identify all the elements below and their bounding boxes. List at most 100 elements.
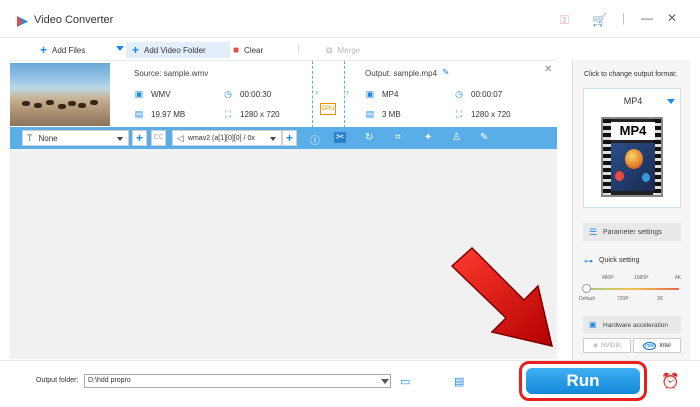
quick-setting-icon: ⊶ (584, 256, 593, 266)
output-resolution: ⛶ 1280 x 720 (455, 109, 511, 119)
nvidia-option[interactable]: ◉ NVIDIA (583, 338, 631, 353)
cc-icon[interactable]: CC (151, 130, 166, 146)
output-filename: Output: sample.mp4 (365, 69, 438, 78)
resolution-icon: ⛶ (224, 109, 232, 119)
parameter-settings-button[interactable]: ☰ Parameter settings (583, 223, 681, 241)
file-list-area[interactable] (10, 149, 557, 359)
tick-1080p: 1080P (634, 275, 649, 281)
title-bar: Video Converter ⚿ 🛒 | — ✕ (0, 0, 700, 38)
open-folder-icon[interactable]: ▭ (400, 375, 410, 388)
chevron-down-icon (270, 137, 276, 141)
mp4-format-icon-text: MP4 (611, 122, 655, 140)
chevron-right-icon: › (315, 87, 318, 97)
quick-setting-label: Quick setting (599, 257, 640, 264)
tick-default: Default (579, 296, 595, 302)
app-title: Video Converter (34, 14, 114, 26)
add-files-dropdown-icon[interactable] (116, 46, 124, 51)
output-folder-label: Output folder: (36, 377, 79, 384)
alarm-clock-icon[interactable]: ⏰ (661, 372, 680, 390)
output-folder-field[interactable]: D:\hdd propro (84, 374, 391, 388)
clear-label: Clear (244, 45, 264, 55)
add-audio-button[interactable]: + (282, 130, 297, 146)
resolution-icon: ⛶ (455, 109, 463, 119)
divider: | (297, 43, 300, 55)
clear-button[interactable]: ■ Clear (233, 42, 263, 58)
toolbar: + Add Files + Add Video Folder ■ Clear |… (0, 38, 572, 60)
sliders-icon: ☰ (589, 227, 598, 237)
quality-slider-track[interactable] (587, 288, 679, 290)
plus-icon: + (132, 43, 140, 57)
output-format-selector[interactable]: MP4 MP4 (583, 88, 681, 208)
merge-label: Merge (337, 45, 361, 55)
divider (344, 61, 345, 128)
tick-4k: 4K (675, 275, 682, 281)
merge-button[interactable]: ⧉ Merge (326, 42, 360, 58)
divider (312, 61, 313, 128)
audio-track-select[interactable]: ◁ wmav2 (a[1][0][0] / 0x (172, 130, 282, 146)
tick-2k: 2K (657, 296, 664, 302)
rotate-icon[interactable]: ↻ (365, 132, 373, 143)
add-video-folder-button[interactable]: + Add Video Folder (126, 42, 230, 58)
speaker-icon: ◁ (177, 132, 184, 143)
chevron-down-icon[interactable] (381, 379, 389, 384)
minimize-icon[interactable]: — (641, 11, 653, 25)
tick-720p: 720P (617, 296, 629, 302)
cut-icon[interactable]: ✂ (334, 132, 347, 143)
plus-icon: + (40, 43, 48, 57)
output-format: ▣ MP4 (365, 89, 399, 99)
folder-browse-icon[interactable]: ▤ (454, 375, 464, 388)
effect-wand-icon[interactable]: ✦ (424, 132, 432, 143)
output-format-panel: Click to change output format: MP4 MP4 ☰… (572, 60, 690, 360)
watermark-icon[interactable]: ♙ (452, 132, 461, 143)
source-format: ▣ WMV (134, 89, 171, 99)
trash-icon: ■ (233, 44, 240, 56)
info-icon[interactable]: ⓘ (310, 132, 320, 147)
clock-icon: ◷ (455, 89, 463, 99)
add-subtitle-button[interactable]: + (132, 130, 147, 146)
text-icon: T (27, 133, 33, 143)
cart-icon[interactable]: 🛒 (592, 13, 607, 27)
subtitle-edit-icon[interactable]: ✎ (480, 132, 488, 143)
run-highlight: Run (519, 361, 647, 401)
clock-icon: ◷ (224, 89, 232, 99)
crop-icon[interactable]: ⌗ (395, 132, 401, 143)
film-icon: ▣ (134, 89, 144, 99)
source-size: ▤ 19.97 MB (134, 109, 186, 119)
close-icon[interactable]: ✕ (667, 11, 677, 25)
file-icon: ▤ (365, 109, 375, 119)
chip-icon: ▣ (589, 320, 597, 329)
subtitle-select[interactable]: T None (22, 130, 129, 146)
add-video-folder-label: Add Video Folder (144, 45, 206, 55)
chevron-right-icon: › (346, 87, 349, 97)
output-format-caption: Click to change output format: (584, 71, 677, 78)
edit-bar: T None + CC ◁ wmav2 (a[1][0][0] / 0x + ⓘ… (10, 127, 557, 149)
key-icon[interactable]: ⚿ (560, 13, 569, 28)
file-icon: ▤ (134, 109, 144, 119)
source-filename: Source: sample.wmv (134, 69, 209, 78)
tick-480p: 480P (602, 275, 614, 281)
quality-slider-knob[interactable] (582, 284, 591, 293)
gpu-badge: GPU (320, 103, 336, 115)
intel-option[interactable]: intel Intel (633, 338, 681, 353)
output-duration: ◷ 00:00:07 (455, 89, 503, 99)
edit-pen-icon[interactable]: ✎ (442, 67, 450, 78)
chevron-down-icon (117, 137, 123, 141)
bottom-bar: Output folder: D:\hdd propro ▭ ▤ Run ⏰ (0, 360, 700, 407)
mp4-format-icon: MP4 (601, 117, 663, 197)
nvidia-logo-icon: ◉ (592, 343, 599, 349)
merge-icon: ⧉ (326, 44, 333, 55)
add-files-label: Add Files (52, 45, 86, 55)
run-button[interactable]: Run (526, 368, 640, 394)
chevron-down-icon (667, 99, 675, 104)
hardware-acceleration-button[interactable]: ▣ Hardware acceleration (583, 316, 681, 334)
source-duration: ◷ 00:00:30 (224, 89, 272, 99)
add-files-button[interactable]: + Add Files (40, 42, 85, 58)
video-thumbnail[interactable] (10, 63, 110, 126)
source-resolution: ⛶ 1280 x 720 (224, 109, 280, 119)
divider: | (622, 11, 626, 25)
file-item[interactable]: Source: sample.wmv ▣ WMV ◷ 00:00:30 ▤ 19.97… (10, 60, 557, 128)
app-logo-icon (17, 16, 28, 27)
remove-file-icon[interactable]: ✕ (544, 64, 552, 75)
intel-logo-icon: intel (643, 341, 657, 350)
film-icon: ▣ (365, 89, 375, 99)
